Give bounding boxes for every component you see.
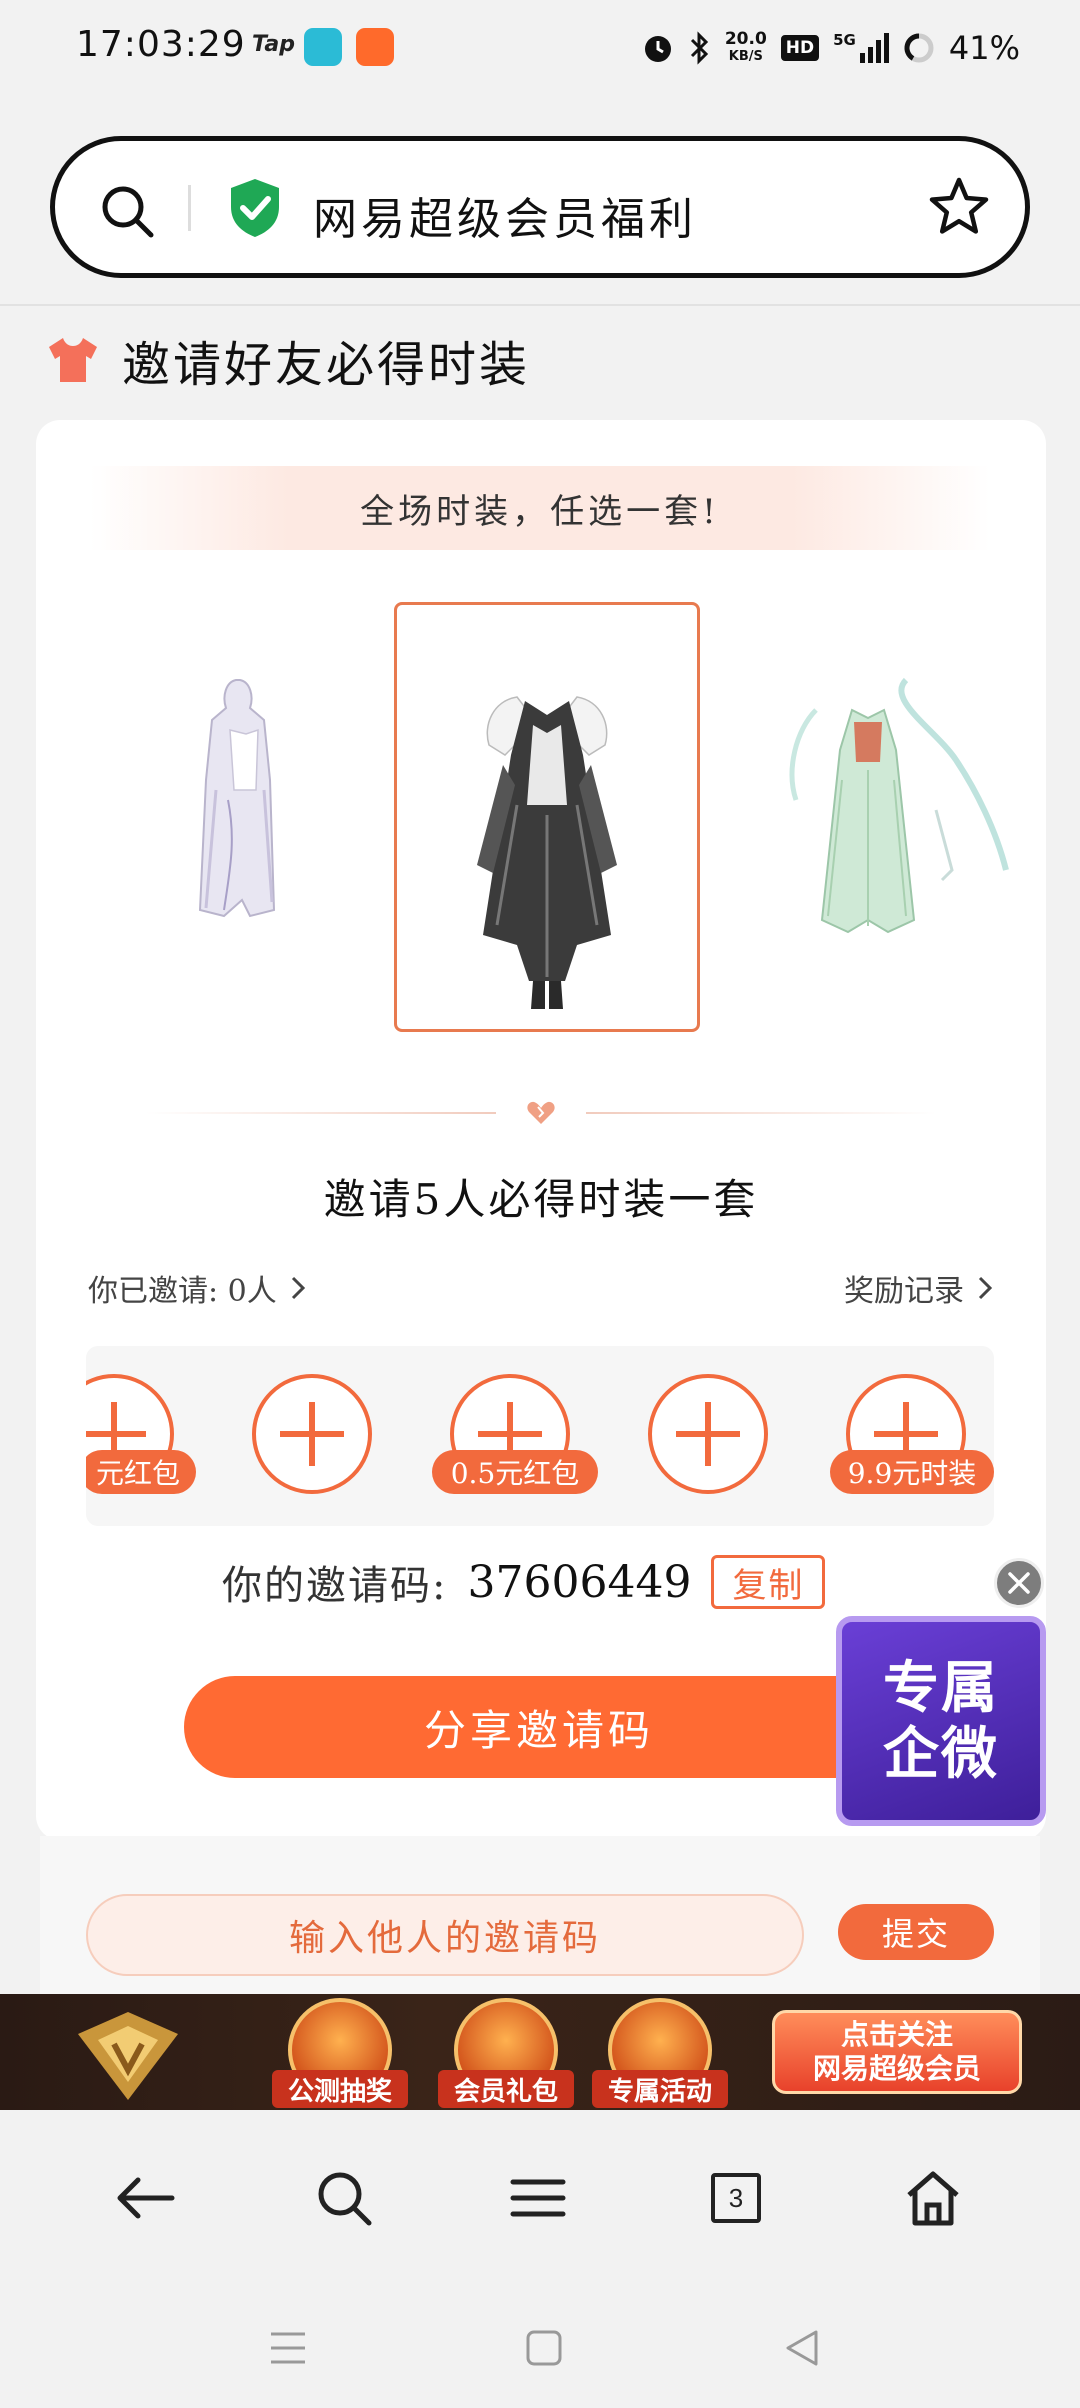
enter-code-section: 输入他人的邀请码 提交 bbox=[40, 1836, 1040, 1996]
submit-button[interactable]: 提交 bbox=[838, 1904, 994, 1960]
promo-banner: 全场时装，任选一套! bbox=[90, 466, 990, 550]
tap-app-icon: Tap bbox=[252, 32, 295, 57]
system-back-button[interactable] bbox=[772, 2318, 832, 2378]
invite-title: 邀请5人必得时装一套 bbox=[323, 1175, 759, 1224]
search-icon[interactable] bbox=[97, 181, 157, 241]
divider bbox=[0, 304, 1080, 306]
invited-count[interactable]: 你已邀请: 0人 bbox=[88, 1266, 307, 1310]
invite-code-row: 你的邀请码: 37606449 复制 bbox=[222, 1554, 826, 1610]
arrow-left-icon bbox=[117, 2177, 175, 2219]
bookmark-star-icon[interactable] bbox=[927, 175, 991, 239]
triangle-back-icon bbox=[786, 2330, 818, 2366]
network-speed: 20.0 KB/S bbox=[724, 29, 767, 65]
netease-vip-logo bbox=[78, 2012, 178, 2100]
promo-lottery[interactable]: 公测抽奖 bbox=[272, 1998, 408, 2110]
security-shield-icon bbox=[231, 179, 279, 237]
invite-code-value: 37606449 bbox=[467, 1556, 692, 1608]
tab-count-icon: 3 bbox=[711, 2173, 761, 2223]
outfit-option-green[interactable] bbox=[756, 670, 1016, 940]
browser-toolbar: 3 bbox=[0, 2110, 1080, 2278]
alarm-icon bbox=[644, 36, 671, 62]
follow-vip-button[interactable]: 点击关注 网易超级会员 bbox=[772, 2010, 1022, 2094]
wecom-float-button[interactable]: 专属 企微 bbox=[836, 1616, 1046, 1826]
section-title: 邀请好友必得时装 bbox=[122, 337, 531, 393]
promo-gift-pack[interactable]: 会员礼包 bbox=[438, 1998, 574, 2110]
invite-code-input[interactable]: 输入他人的邀请码 bbox=[86, 1894, 804, 1976]
invite-slot-add-button[interactable] bbox=[252, 1374, 372, 1494]
section-header: 邀请好友必得时装 bbox=[46, 330, 530, 393]
close-icon[interactable] bbox=[994, 1558, 1044, 1608]
reward-tag: 0.5元红包 bbox=[432, 1450, 598, 1494]
hamburger-menu-icon bbox=[510, 2179, 566, 2217]
reward-tag: 元红包 bbox=[86, 1450, 196, 1494]
status-right-group: 20.0 KB/S HD 5G 41% bbox=[641, 26, 1020, 70]
home-icon bbox=[907, 2171, 959, 2226]
copy-button[interactable]: 复制 bbox=[711, 1555, 826, 1609]
bluetooth-icon bbox=[690, 31, 708, 65]
tshirt-icon bbox=[49, 338, 97, 382]
recents-icon bbox=[271, 2332, 305, 2364]
app-notification-icon bbox=[356, 28, 394, 66]
invite-slot-add-button[interactable] bbox=[648, 1374, 768, 1494]
outfit-dark-image bbox=[477, 696, 617, 1009]
home-button[interactable] bbox=[893, 2158, 973, 2238]
ornament-divider bbox=[146, 1100, 936, 1126]
battery-level: 41% bbox=[948, 29, 1020, 67]
chevron-right-icon bbox=[291, 1276, 305, 1300]
divider bbox=[188, 185, 191, 231]
reward-tag: 9.9元时装 bbox=[830, 1450, 994, 1494]
status-bar: 17:03:29 Tap 20.0 KB/S HD 5G 41% bbox=[0, 0, 1080, 100]
hd-voice-icon: HD bbox=[780, 35, 820, 61]
page-title[interactable]: 网易超级会员福利 bbox=[313, 183, 697, 247]
outfit-option-white[interactable] bbox=[146, 670, 346, 930]
outfit-option-selected[interactable] bbox=[394, 602, 700, 1032]
invite-code-label: 你的邀请码: bbox=[222, 1563, 448, 1609]
search-icon bbox=[318, 2172, 372, 2226]
status-time: 17:03:29 bbox=[76, 24, 246, 65]
square-icon bbox=[526, 2330, 562, 2366]
signal-icon: 5G bbox=[833, 33, 889, 63]
search-button[interactable] bbox=[304, 2158, 384, 2238]
system-home-button[interactable] bbox=[514, 2318, 574, 2378]
heart-ornament-icon bbox=[527, 1101, 555, 1124]
menu-button[interactable] bbox=[498, 2158, 578, 2238]
back-button[interactable] bbox=[106, 2158, 186, 2238]
tabs-button[interactable]: 3 bbox=[696, 2158, 776, 2238]
system-navigation-bar bbox=[0, 2278, 1080, 2408]
promo-banner-bottom[interactable]: 公测抽奖 会员礼包 专属活动 点击关注 网易超级会员 bbox=[0, 1994, 1080, 2110]
battery-icon bbox=[904, 33, 934, 63]
recent-apps-button[interactable] bbox=[258, 2318, 318, 2378]
reward-records-link[interactable]: 奖励记录 bbox=[844, 1266, 994, 1310]
chevron-right-icon bbox=[978, 1276, 993, 1300]
invite-slots: 元红包 0.5元红包 9.9元时装 bbox=[86, 1346, 994, 1526]
promo-exclusive-event[interactable]: 专属活动 bbox=[592, 1998, 728, 2110]
address-bar[interactable]: 网易超级会员福利 bbox=[50, 136, 1030, 278]
share-code-button[interactable]: 分享邀请码 bbox=[184, 1676, 894, 1778]
app-notification-icon bbox=[304, 28, 342, 66]
